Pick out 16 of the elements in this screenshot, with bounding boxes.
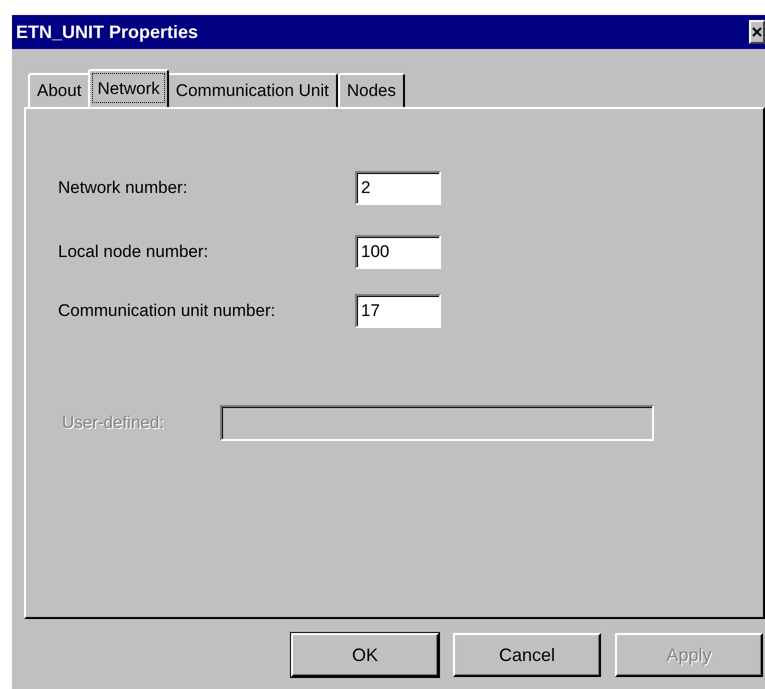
input-field[interactable]: 100	[355, 235, 441, 269]
tab[interactable]: Nodes	[338, 73, 405, 107]
dialog-button[interactable]: Cancel	[453, 633, 601, 677]
close-icon	[752, 27, 762, 37]
window-title: ETN_UNIT Properties	[16, 22, 198, 42]
field-label: Network number:	[58, 178, 188, 198]
field-label: Local node number:	[58, 242, 210, 262]
field-label: User-defined:	[61, 413, 166, 433]
tab[interactable]: About	[28, 73, 90, 107]
input-field[interactable]: 2	[355, 171, 441, 205]
close-button[interactable]	[749, 20, 765, 44]
tab[interactable]: Communication Unit	[166, 73, 338, 107]
tab[interactable]: Network	[88, 69, 169, 107]
field-label: Communication unit number:	[58, 301, 276, 321]
dialog-button[interactable]: OK	[291, 633, 439, 677]
input-field[interactable]: 17	[355, 294, 441, 328]
